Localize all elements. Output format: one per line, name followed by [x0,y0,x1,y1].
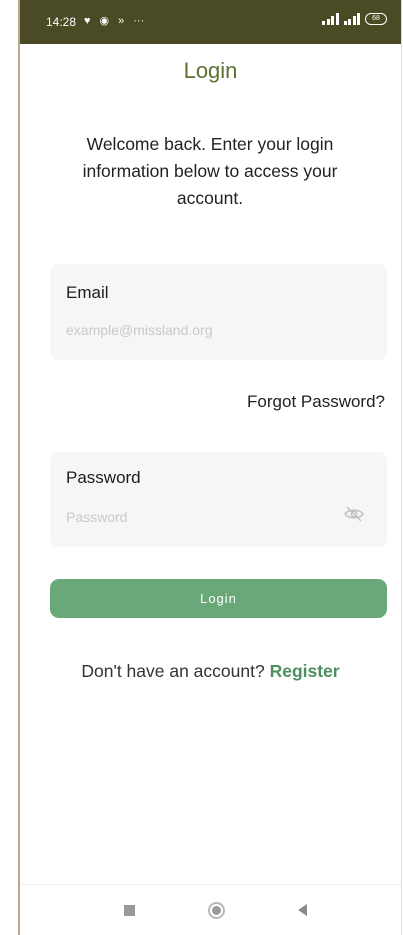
password-input[interactable] [66,506,336,528]
register-row: Don't have an account? Register [20,660,401,682]
signal-icon [322,13,339,25]
back-icon[interactable] [298,904,307,916]
navigation-bar [20,884,401,935]
login-button[interactable]: Login [50,579,387,618]
system-icons: 68 [322,13,387,25]
app-frame: 14:28 ♥ ◉ » ··· 68 Login Welcome back. E… [18,0,402,935]
battery-icon: 68 [365,13,387,25]
status-time: 14:28 [46,15,77,29]
email-field-card: Email [50,264,387,360]
notification-icons: ♥ ◉ » ··· [84,13,144,29]
signal-icon [343,13,360,25]
email-label: Email [66,283,109,302]
register-prompt: Don't have an account? [81,661,270,681]
forgot-password-link[interactable]: Forgot Password? [247,392,385,412]
email-input[interactable] [66,319,336,341]
welcome-message: Welcome back. Enter your login informati… [82,134,338,208]
home-icon[interactable] [208,902,225,919]
recents-icon[interactable] [124,905,135,916]
status-bar: 14:28 ♥ ◉ » ··· 68 [20,0,401,44]
password-field-card: Password [50,452,387,547]
phone-screen: 14:28 ♥ ◉ » ··· 68 Login Welcome back. E… [0,0,403,935]
chat-notification-icon: ♥ [84,15,91,27]
eye-off-icon[interactable] [343,505,365,523]
overflow-icon: ··· [133,15,145,27]
page-title: Login [183,58,238,83]
app-notification-icon: ◉ [99,15,110,27]
register-link[interactable]: Register [270,661,340,681]
password-label: Password [66,468,141,487]
more-notifications-icon: » [118,15,125,27]
